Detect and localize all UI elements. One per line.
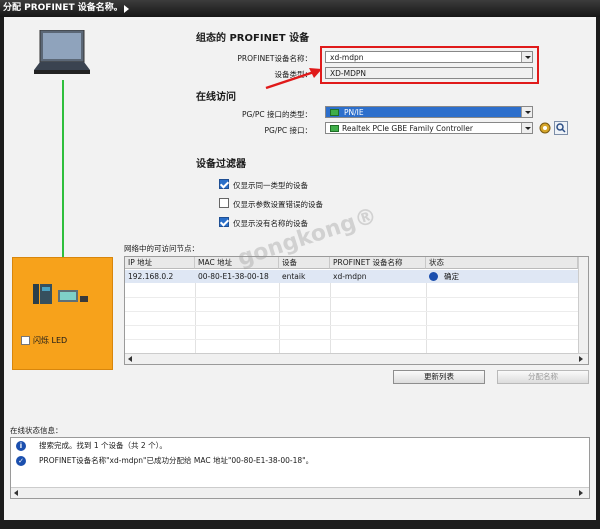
- interface-type-value: PN/IE: [344, 108, 364, 117]
- filter-param-error-checkbox[interactable]: [219, 198, 229, 208]
- settings-icon[interactable]: [539, 122, 551, 134]
- status-scrollbar[interactable]: [11, 487, 589, 498]
- device-filter-heading: 设备过滤器: [196, 159, 246, 170]
- grid-line: [279, 283, 280, 353]
- filter-param-error-label: 仅显示参数设置错误的设备: [233, 200, 323, 209]
- flash-led-checkbox[interactable]: [21, 336, 30, 345]
- filter-no-name-checkbox[interactable]: [219, 217, 229, 227]
- status-message: i 搜索完成。找到 1 个设备（共 2 个）。: [11, 439, 577, 453]
- status-message-text: PROFINET设备名称"xd-mdpn"已成功分配给 MAC 地址"00-80…: [39, 456, 314, 465]
- red-arrow-icon: [265, 68, 322, 90]
- cell-name: xd-mdpn: [333, 272, 367, 281]
- pc-icon: [34, 30, 90, 74]
- chevron-down-icon[interactable]: [521, 107, 532, 117]
- info-icon: i: [16, 441, 26, 451]
- column-header-status[interactable]: 状态: [426, 257, 578, 269]
- interface-select[interactable]: Realtek PCIe GBE Family Controller: [325, 122, 533, 134]
- cell-device: entaik: [282, 272, 306, 281]
- scroll-left-icon[interactable]: [14, 490, 18, 496]
- refresh-list-button[interactable]: 更新列表: [393, 370, 485, 384]
- vertical-scrollbar[interactable]: [578, 257, 588, 353]
- network-icon: [330, 109, 339, 116]
- grid-line: [195, 283, 196, 353]
- scroll-right-icon[interactable]: [579, 490, 583, 496]
- column-header-device[interactable]: 设备: [279, 257, 330, 269]
- filter-same-type-checkbox[interactable]: [219, 179, 229, 189]
- assign-name-button[interactable]: 分配名称: [497, 370, 589, 384]
- device-name-label: PROFINET设备名称：: [237, 54, 312, 63]
- grid-line: [426, 283, 427, 353]
- grid-line: [125, 297, 578, 298]
- online-access-heading: 在线访问: [196, 92, 236, 103]
- scroll-right-icon[interactable]: [579, 356, 583, 362]
- network-card-icon: [330, 125, 339, 132]
- title-arrow-icon: [124, 5, 129, 13]
- grid-line: [125, 311, 578, 312]
- check-icon: ✓: [16, 456, 26, 466]
- filter-same-type-label: 仅显示同一类型的设备: [233, 181, 308, 190]
- title-bar: 分配 PROFINET 设备名称。: [0, 0, 600, 17]
- interface-label: PG/PC 接口：: [264, 126, 312, 135]
- column-header-name[interactable]: PROFINET 设备名称: [330, 257, 426, 269]
- grid-line: [125, 325, 578, 326]
- grid-line: [330, 283, 331, 353]
- interface-value: Realtek PCIe GBE Family Controller: [342, 124, 473, 133]
- column-header-ip[interactable]: IP 地址: [125, 257, 195, 269]
- window-title: 分配 PROFINET 设备名称。: [3, 3, 123, 13]
- right-edge: [596, 17, 600, 529]
- plc-device-icon: [33, 284, 88, 304]
- online-status-panel: i 搜索完成。找到 1 个设备（共 2 个）。 ✓ PROFINET设备名称"x…: [10, 437, 590, 499]
- interface-type-select[interactable]: PN/IE: [325, 106, 533, 118]
- cell-mac: 00-80-E1-38-00-18: [198, 272, 269, 281]
- configured-device-heading: 组态的 PROFINET 设备: [196, 33, 310, 44]
- status-message: ✓ PROFINET设备名称"xd-mdpn"已成功分配给 MAC 地址"00-…: [11, 454, 577, 468]
- bottom-bar: [0, 520, 600, 529]
- chevron-down-icon[interactable]: [521, 123, 532, 133]
- device-panel: [12, 257, 113, 370]
- grid-line: [125, 339, 578, 340]
- horizontal-scrollbar[interactable]: [125, 353, 588, 364]
- status-ok-icon: [429, 272, 438, 281]
- online-status-label: 在线状态信息：: [10, 426, 63, 435]
- flash-led-label: 闪烁 LED: [33, 336, 68, 345]
- interface-type-label: PG/PC 接口的类型：: [241, 110, 312, 119]
- highlight-box: [320, 46, 539, 84]
- left-edge: [0, 17, 4, 529]
- cell-status: 确定: [444, 272, 459, 281]
- search-icon[interactable]: [554, 121, 568, 135]
- status-message-text: 搜索完成。找到 1 个设备（共 2 个）。: [39, 441, 167, 450]
- dialog-window: 分配 PROFINET 设备名称。 闪烁 LED 组态的 PROFINET 设备…: [0, 0, 600, 529]
- scroll-left-icon[interactable]: [128, 356, 132, 362]
- accessible-nodes-label: 网络中的可访问节点：: [124, 244, 199, 253]
- nodes-table: IP 地址 MAC 地址 设备 PROFINET 设备名称 状态 192.168…: [124, 256, 589, 365]
- cell-ip: 192.168.0.2: [128, 272, 174, 281]
